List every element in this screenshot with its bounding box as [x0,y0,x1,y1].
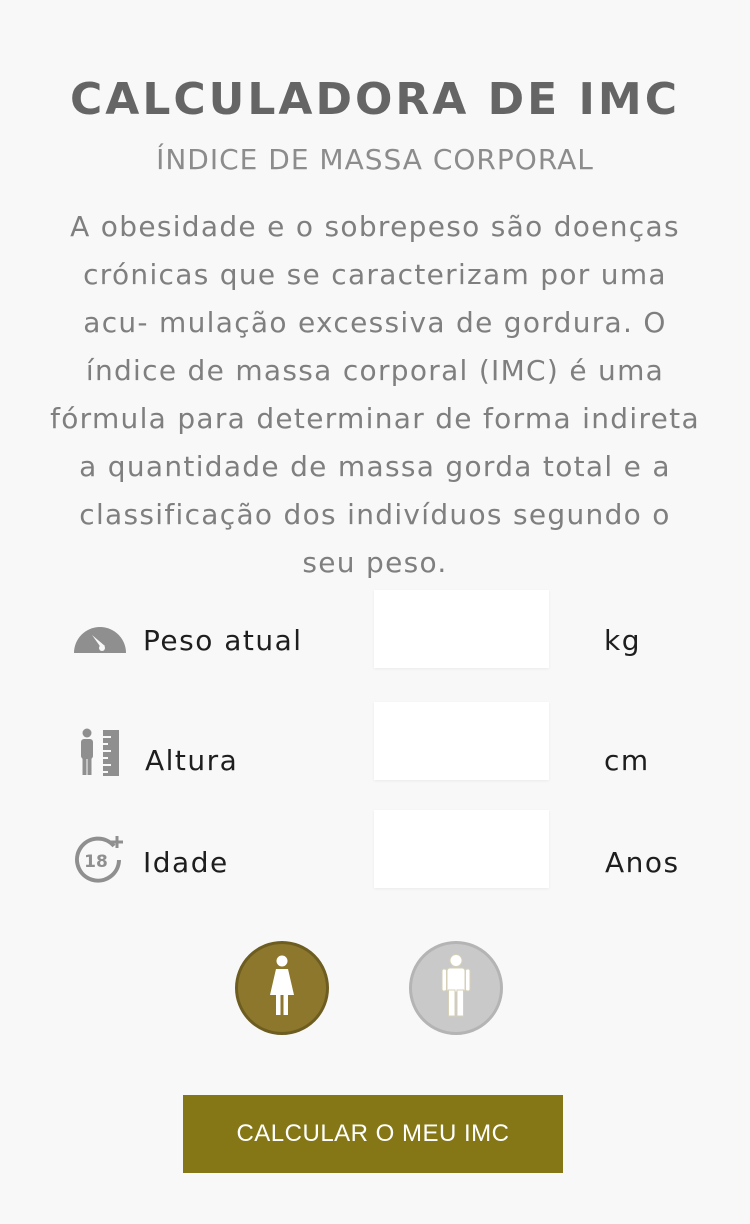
age-input[interactable] [374,810,549,888]
svg-text:18: 18 [84,852,108,872]
weight-unit: kg [604,624,641,657]
height-row: Altura cm [0,702,750,782]
weight-input[interactable] [374,590,549,668]
age-unit: Anos [605,846,680,879]
male-figure-icon [439,954,473,1022]
height-label: Altura [145,744,239,777]
calculate-bmi-button[interactable]: CALCULAR O MEU IMC [183,1095,563,1173]
weight-row: Peso atual kg [0,590,750,670]
height-unit: cm [604,744,650,777]
weight-label: Peso atual [143,624,303,657]
gender-male-button[interactable] [409,941,503,1035]
gender-female-button[interactable] [235,941,329,1035]
age-18-plus-icon: 18 [70,830,130,890]
intro-paragraph: A obesidade e o sobrepeso são doenças cr… [50,210,700,579]
scale-gauge-icon [70,610,130,670]
age-row: 18 Idade Anos [0,810,750,890]
height-ruler-icon [70,723,130,783]
page-subtitle: ÍNDICE DE MASSA CORPORAL [156,143,594,176]
female-figure-icon [267,955,297,1021]
page-title: CALCULADORA DE IMC [69,74,680,125]
age-label: Idade [143,846,229,879]
height-input[interactable] [374,702,549,780]
